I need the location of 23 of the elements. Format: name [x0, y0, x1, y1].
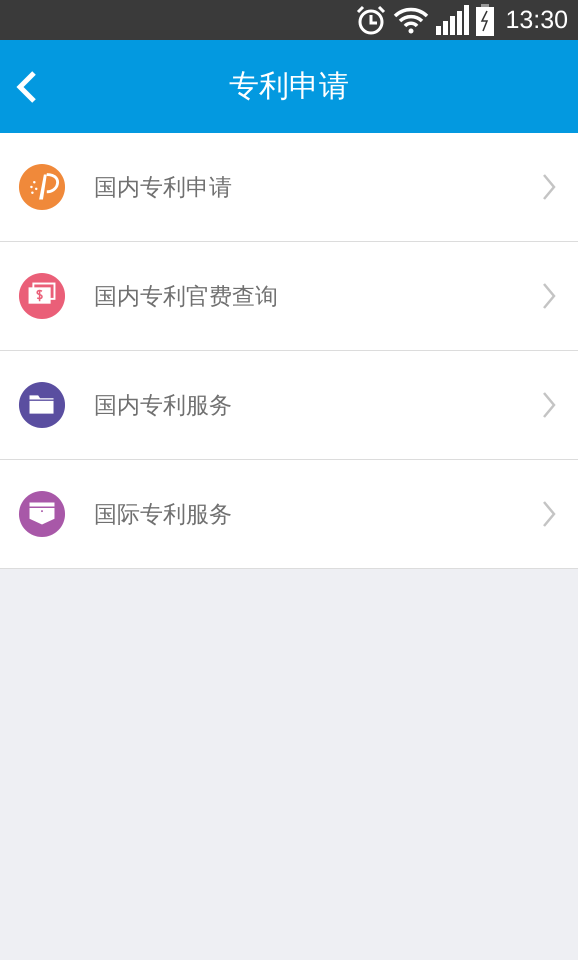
menu-item[interactable]: 国内专利申请 [0, 133, 578, 242]
menu-item[interactable]: 国内专利官费查询 [0, 242, 578, 351]
pocket-icon [18, 490, 66, 538]
menu-label: 国内专利官费查询 [94, 282, 279, 312]
back-icon[interactable] [15, 70, 37, 104]
menu-item[interactable]: 国际专利服务 [0, 460, 578, 569]
menu-label: 国内专利申请 [94, 174, 233, 202]
chevron-icon [542, 500, 556, 528]
menu-label: 国际专利服务 [94, 500, 233, 530]
chevron-icon [542, 391, 556, 419]
chevron-icon [542, 282, 556, 310]
alarm-icon [355, 5, 388, 35]
folder-icon [18, 381, 66, 429]
menu-item[interactable]: 国内专利服务 [0, 351, 578, 460]
chevron-icon [542, 173, 556, 201]
money-icon [18, 272, 66, 320]
battery-icon [475, 4, 496, 36]
page-title: 专利申请 [229, 68, 349, 106]
menu-label: 国内专利服务 [94, 392, 233, 420]
wifi-icon [393, 6, 430, 34]
signal-icon [435, 5, 470, 35]
clock-time: 13:30 [505, 6, 568, 34]
patent-icon [18, 163, 66, 211]
